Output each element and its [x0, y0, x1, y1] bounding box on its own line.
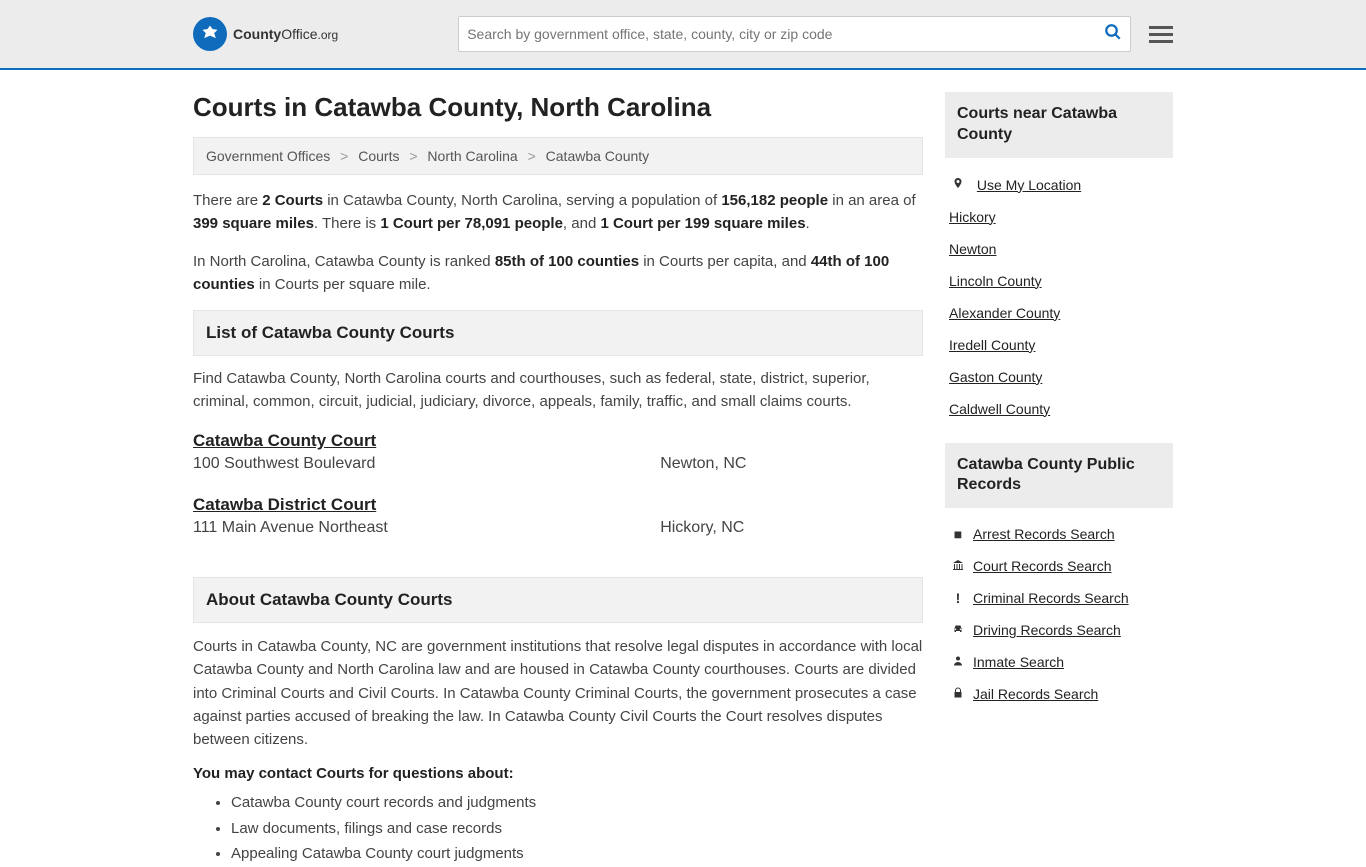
logo-eagle-icon	[193, 17, 227, 51]
court-link-catawba-district-court[interactable]: Catawba District Court	[193, 495, 376, 515]
logo[interactable]: CountyOffice.org	[193, 17, 338, 51]
lock-icon	[949, 686, 967, 702]
court-city: Newton, NC	[660, 455, 923, 473]
about-section-heading: About Catawba County Courts	[193, 577, 923, 623]
records-link-inmate[interactable]: Inmate Search	[973, 654, 1064, 670]
near-link-hickory[interactable]: Hickory	[949, 209, 996, 225]
near-link-caldwell-county[interactable]: Caldwell County	[949, 401, 1050, 417]
near-link-lincoln-county[interactable]: Lincoln County	[949, 273, 1042, 289]
near-link-gaston-county[interactable]: Gaston County	[949, 369, 1042, 385]
sidebar: Courts near Catawba County Use My Locati…	[945, 92, 1173, 728]
use-my-location-link[interactable]: Use My Location	[977, 177, 1081, 193]
court-address: 111 Main Avenue Northeast	[193, 519, 660, 537]
car-icon	[949, 622, 967, 638]
records-link-arrest[interactable]: Arrest Records Search	[973, 526, 1115, 542]
near-link-iredell-county[interactable]: Iredell County	[949, 337, 1035, 353]
records-link-criminal[interactable]: Criminal Records Search	[973, 590, 1129, 606]
courts-near-box: Courts near Catawba County Use My Locati…	[945, 92, 1173, 429]
list-item: Catawba County court records and judgmen…	[231, 790, 923, 816]
public-records-box: Catawba County Public Records ■ Arrest Re…	[945, 443, 1173, 715]
breadcrumb-government-offices[interactable]: Government Offices	[206, 148, 330, 164]
list-item: Appealing Catawba County court judgments	[231, 841, 923, 867]
questions-list: Catawba County court records and judgmen…	[231, 790, 923, 867]
breadcrumb-north-carolina[interactable]: North Carolina	[427, 148, 517, 164]
list-section-heading: List of Catawba County Courts	[193, 310, 923, 356]
page-title: Courts in Catawba County, North Carolina	[193, 92, 923, 123]
list-section-desc: Find Catawba County, North Carolina cour…	[193, 368, 923, 413]
court-address: 100 Southwest Boulevard	[193, 455, 660, 473]
topbar: CountyOffice.org	[0, 0, 1366, 70]
exclamation-icon: !	[949, 590, 967, 606]
logo-text: CountyOffice.org	[233, 26, 338, 42]
person-icon	[949, 654, 967, 670]
square-icon: ■	[949, 526, 967, 542]
chevron-right-icon: >	[409, 148, 417, 164]
intro-paragraph-1: There are 2 Courts in Catawba County, No…	[193, 189, 923, 236]
about-text: Courts in Catawba County, NC are governm…	[193, 635, 923, 751]
breadcrumb-courts[interactable]: Courts	[358, 148, 399, 164]
courthouse-icon	[949, 558, 967, 574]
court-link-catawba-county-court[interactable]: Catawba County Court	[193, 431, 376, 451]
hamburger-menu-icon[interactable]	[1149, 22, 1173, 47]
records-link-jail[interactable]: Jail Records Search	[973, 686, 1098, 702]
near-link-alexander-county[interactable]: Alexander County	[949, 305, 1060, 321]
courts-near-heading: Courts near Catawba County	[945, 92, 1173, 158]
records-link-driving[interactable]: Driving Records Search	[973, 622, 1121, 638]
chevron-right-icon: >	[340, 148, 348, 164]
court-item: Catawba District Court 111 Main Avenue N…	[193, 495, 923, 537]
court-city: Hickory, NC	[660, 519, 923, 537]
court-item: Catawba County Court 100 Southwest Boule…	[193, 431, 923, 473]
records-link-court[interactable]: Court Records Search	[973, 558, 1112, 574]
near-link-newton[interactable]: Newton	[949, 241, 996, 257]
main-content: Courts in Catawba County, North Carolina…	[193, 92, 923, 867]
location-pin-icon	[949, 176, 967, 193]
search-input[interactable]	[467, 26, 1104, 42]
public-records-heading: Catawba County Public Records	[945, 443, 1173, 509]
search-icon[interactable]	[1104, 23, 1122, 45]
search-box[interactable]	[458, 16, 1131, 52]
intro-paragraph-2: In North Carolina, Catawba County is ran…	[193, 250, 923, 297]
breadcrumb: Government Offices > Courts > North Caro…	[193, 137, 923, 175]
breadcrumb-current: Catawba County	[546, 148, 650, 164]
list-item: Law documents, filings and case records	[231, 816, 923, 842]
chevron-right-icon: >	[528, 148, 536, 164]
